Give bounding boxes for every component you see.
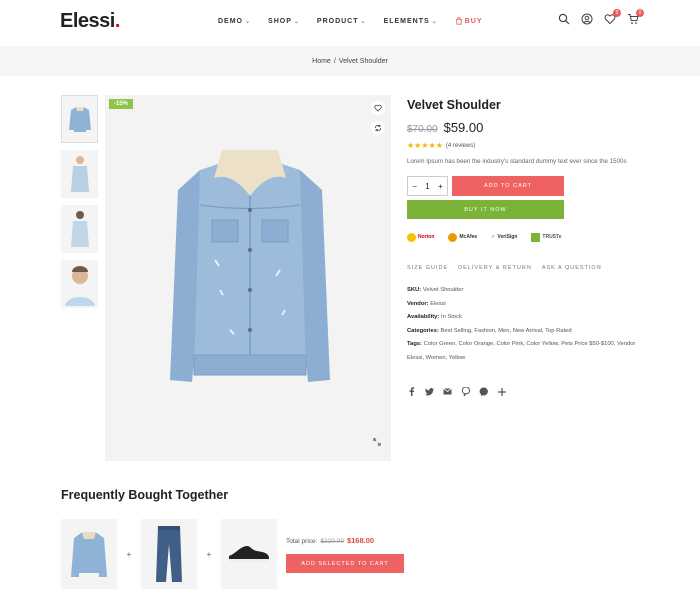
messenger-icon[interactable] <box>479 387 488 396</box>
old-price: $70.00 <box>407 124 438 135</box>
decrease-button[interactable]: − <box>412 182 417 191</box>
shopping-bag-icon <box>455 17 462 25</box>
meta-categories[interactable]: Categories: Best Selling, Fashion, Men, … <box>407 325 637 339</box>
denim-jacket-image <box>170 150 330 382</box>
size-guide-link[interactable]: SIZE GUIDE <box>407 265 448 271</box>
header-icons: 0 0 <box>557 9 644 26</box>
cart-icon[interactable]: 0 <box>626 9 644 26</box>
add-selected-to-cart-button[interactable]: ADD SELECTED TO CART <box>286 554 404 573</box>
nav-demo[interactable]: DEMO ⌄ <box>218 17 251 25</box>
add-to-cart-button[interactable]: ADD TO CART <box>452 176 564 196</box>
breadcrumb-current: Velvet Shoulder <box>338 57 388 65</box>
sale-badge: -15% <box>109 99 134 109</box>
fbt-title: Frequently Bought Together <box>61 488 229 502</box>
product-thumbnails <box>61 95 98 308</box>
product-description: Lorem Ipsum has been the industry's stan… <box>407 158 627 165</box>
chevron-down-icon: ⌄ <box>293 18 300 25</box>
thumbnail-model-closeup[interactable] <box>61 260 98 308</box>
nav-product[interactable]: PRODUCT ⌄ <box>317 17 367 25</box>
plus-icon: + <box>126 549 132 559</box>
meta-tags[interactable]: Tags: Color Green, Color Orange, Color P… <box>407 338 637 365</box>
meta-vendor: Vendor: Elessi <box>407 300 446 307</box>
share-icons <box>407 387 637 396</box>
plus-icon: + <box>206 549 212 559</box>
fbt-item-jacket[interactable] <box>61 519 117 589</box>
wishlist-count-badge: 0 <box>613 9 621 17</box>
total-sale-price: $168.00 <box>346 536 375 545</box>
product-meta: SKU: Velvet Shoulder Vendor: Elessi Avai… <box>407 284 637 365</box>
plus-share-icon[interactable] <box>497 387 506 396</box>
trust-badges: Norton McAfee ✓ VeriSign TRUSTe <box>407 230 637 244</box>
ask-question-link[interactable]: ASK A QUESTION <box>542 265 602 271</box>
cart-row: − 1 + ADD TO CART <box>407 176 637 196</box>
thumbnail-model-front[interactable] <box>61 150 98 198</box>
meta-sku: SKU: Velvet Shoulder <box>407 287 464 293</box>
wishlist-icon[interactable]: 0 <box>603 9 621 26</box>
main-nav: DEMO ⌄ SHOP ⌄ PRODUCT ⌄ ELEMENTS ⌄ BUY <box>218 17 483 25</box>
mcafee-logo: McAfee <box>448 232 477 243</box>
email-icon[interactable] <box>443 387 452 396</box>
cart-count-badge: 0 <box>636 9 644 17</box>
facebook-icon[interactable] <box>407 387 416 396</box>
fbt-item-sneakers[interactable] <box>221 519 277 589</box>
increase-button[interactable]: + <box>438 182 443 191</box>
nav-buy[interactable]: BUY <box>455 17 483 25</box>
chevron-down-icon: ⌄ <box>431 18 438 25</box>
buy-now-button[interactable]: BUY IT NOW <box>407 200 564 219</box>
site-header: Elessi. DEMO ⌄ SHOP ⌄ PRODUCT ⌄ ELEMENTS ⌄ B… <box>0 0 700 46</box>
verisign-logo: ✓ VeriSign <box>491 234 518 240</box>
expand-icon[interactable] <box>373 433 381 451</box>
star-rating-icon: ★★★★★ <box>407 141 443 150</box>
product-info: Velvet Shoulder $70.00 $59.00 ★★★★★ (4 r… <box>407 95 637 396</box>
delivery-return-link[interactable]: DELIVERY & RETURN <box>458 265 532 271</box>
total-old-price: $220.00 <box>320 538 344 545</box>
compare-icon[interactable] <box>371 121 385 135</box>
user-icon[interactable] <box>580 12 594 26</box>
pinterest-icon[interactable] <box>461 387 470 396</box>
total-label: Total price: <box>286 538 318 545</box>
breadcrumb-separator: / <box>333 57 336 65</box>
rating: ★★★★★ (4 reviews) <box>407 141 637 150</box>
fbt-total: Total price: $220.00 $168.00 <box>286 536 374 545</box>
breadcrumb: Home / Velvet Shoulder <box>0 46 700 76</box>
fbt-products: + + <box>61 519 277 589</box>
search-icon[interactable] <box>557 12 571 26</box>
current-price: $59.00 <box>443 120 484 135</box>
review-count[interactable]: (4 reviews) <box>446 143 475 149</box>
nav-shop[interactable]: SHOP ⌄ <box>268 17 300 25</box>
logo[interactable]: Elessi. <box>60 10 120 33</box>
breadcrumb-home[interactable]: Home <box>312 58 331 65</box>
heart-icon[interactable] <box>371 101 385 115</box>
product-links: SIZE GUIDE DELIVERY & RETURN ASK A QUEST… <box>407 265 637 271</box>
thumbnail-jacket-front[interactable] <box>61 95 98 143</box>
product-title: Velvet Shoulder <box>407 98 501 112</box>
quantity-value[interactable]: 1 <box>425 182 429 191</box>
norton-logo: Norton <box>407 232 434 243</box>
chevron-down-icon: ⌄ <box>360 18 367 25</box>
thumbnail-model-back[interactable] <box>61 205 98 253</box>
price-block: $70.00 $59.00 <box>407 120 637 135</box>
chevron-down-icon: ⌄ <box>245 18 252 25</box>
twitter-icon[interactable] <box>425 387 434 396</box>
meta-availability: Availability: In Stock <box>407 314 462 320</box>
nav-elements[interactable]: ELEMENTS ⌄ <box>384 17 438 25</box>
fbt-item-jeans[interactable] <box>141 519 197 589</box>
quantity-stepper: − 1 + <box>407 176 448 196</box>
product-main-image[interactable]: -15% <box>105 95 391 461</box>
truste-logo: TRUSTe <box>531 232 561 243</box>
